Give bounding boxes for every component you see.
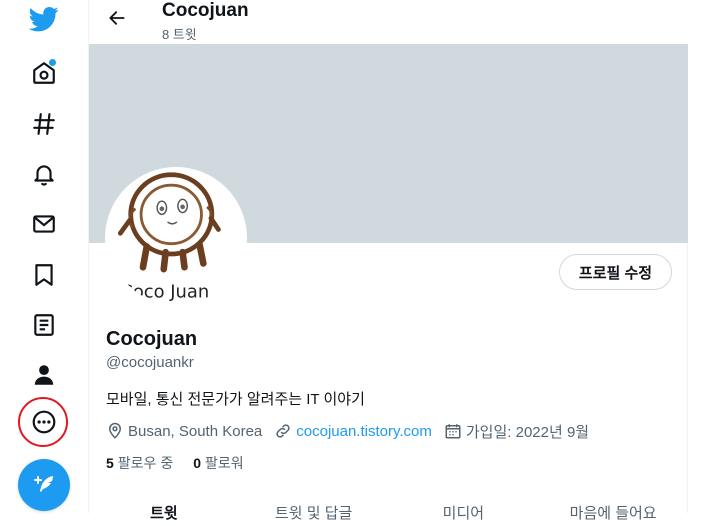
compose-tweet-icon <box>34 476 53 492</box>
tweet-count: 8 트윗 <box>162 27 197 42</box>
joined-item: 가입일: 2022년 9월 <box>444 421 589 442</box>
profile-bio: 모바일, 통신 전문가가 알려주는 IT 이야기 <box>106 391 365 408</box>
notification-dot <box>49 59 56 66</box>
tab-tweets[interactable]: 트윗 <box>89 496 239 526</box>
follow-stats: 5 팔로우 중 0 팔로워 <box>106 453 264 473</box>
explore-hashtag-icon[interactable] <box>22 102 66 146</box>
followers-link[interactable]: 0 팔로워 <box>193 453 243 473</box>
link-icon <box>276 424 290 438</box>
cocojuan-character-illustration: Coco Juan <box>117 172 221 302</box>
followers-label: 팔로워 <box>205 455 244 471</box>
sidebar-nav <box>0 0 88 513</box>
home-icon[interactable] <box>22 51 66 95</box>
profile-meta: Busan, South Korea cocojuan.tistory.com … <box>106 421 601 441</box>
avatar[interactable]: Coco Juan <box>105 167 247 309</box>
following-link[interactable]: 5 팔로우 중 <box>106 453 173 473</box>
profile-tabs: 트윗 트윗 및 답글 미디어 마음에 들어요 <box>89 496 688 526</box>
more-icon[interactable] <box>22 400 66 444</box>
tab-tweets-and-replies[interactable]: 트윗 및 답글 <box>239 496 389 526</box>
edit-profile-button[interactable]: 프로필 수정 <box>559 254 672 290</box>
back-button[interactable] <box>103 4 131 32</box>
messages-envelope-icon[interactable] <box>22 202 66 246</box>
profile-handle: @cocojuankr <box>106 354 194 371</box>
notifications-bell-icon[interactable] <box>22 152 66 196</box>
location-item: Busan, South Korea <box>106 422 262 440</box>
lists-icon[interactable] <box>22 303 66 347</box>
profile-name: Cocojuan <box>106 328 198 350</box>
tab-likes[interactable]: 마음에 들어요 <box>538 496 688 526</box>
bookmark-icon[interactable] <box>22 253 66 297</box>
location-pin-icon <box>108 422 122 439</box>
profile-column: Cocojuan 8 트윗 Coco Juan 프로필 수정 Cocojuan … <box>88 0 688 522</box>
joined-text: 가입일: 2022년 9월 <box>465 423 590 441</box>
avatar-signature: Coco Juan <box>120 281 209 302</box>
location-text: Busan, South Korea <box>128 422 263 440</box>
website-link[interactable]: cocojuan.tistory.com <box>296 423 432 440</box>
page-title: Cocojuan <box>162 0 249 21</box>
compose-tweet-button[interactable] <box>18 459 70 511</box>
arrow-left-icon <box>109 11 125 25</box>
profile-person-icon[interactable] <box>22 353 66 397</box>
twitter-logo-icon[interactable] <box>22 0 66 41</box>
followers-count: 0 <box>193 455 202 471</box>
following-label: 팔로우 중 <box>117 455 174 471</box>
following-count: 5 <box>106 455 114 471</box>
calendar-icon <box>445 424 461 439</box>
profile-header-bar: Cocojuan 8 트윗 <box>89 0 688 44</box>
tab-media[interactable]: 미디어 <box>389 496 539 526</box>
website-item: cocojuan.tistory.com <box>274 422 432 440</box>
